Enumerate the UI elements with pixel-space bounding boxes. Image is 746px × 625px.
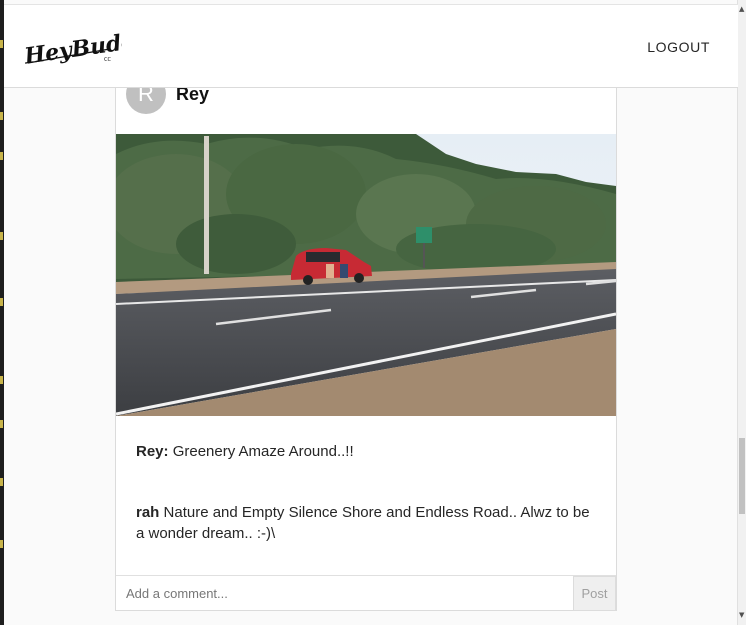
post-comment-button[interactable]: Post xyxy=(573,576,616,611)
svg-text:CC: CC xyxy=(104,57,111,63)
brand-logo[interactable]: HeyBuddy CC xyxy=(22,26,153,71)
comment-user[interactable]: Rey: xyxy=(136,443,169,460)
comment-input[interactable] xyxy=(116,576,571,611)
scroll-thumb[interactable] xyxy=(739,438,745,514)
logout-button[interactable]: LOGOUT xyxy=(647,39,710,55)
editor-strip xyxy=(0,0,4,625)
comment-form: Post xyxy=(116,575,616,611)
scroll-down-arrow-icon[interactable]: ▼ xyxy=(739,612,744,619)
comment-list: Rey: Greenery Amaze Around..!! rah Natur… xyxy=(136,441,596,544)
comment-item: rah Nature and Empty Silence Shore and E… xyxy=(136,502,596,544)
comment-text: Greenery Amaze Around..!! xyxy=(172,443,354,460)
post-photo[interactable] xyxy=(116,134,616,416)
comment-item: Rey: Greenery Amaze Around..!! xyxy=(136,441,596,462)
page-scrollbar[interactable]: ▲ ▼ xyxy=(737,0,746,625)
comment-text: Nature and Empty Silence Shore and Endle… xyxy=(136,504,590,542)
top-navbar: HeyBuddy CC LOGOUT xyxy=(4,4,738,88)
post-card: R Rey Rey: Greenery Amaze Around..!! rah… xyxy=(115,40,617,611)
comment-user[interactable]: rah xyxy=(136,504,159,521)
scroll-up-arrow-icon[interactable]: ▲ xyxy=(739,6,744,13)
svg-text:HeyBuddy: HeyBuddy xyxy=(22,27,122,70)
